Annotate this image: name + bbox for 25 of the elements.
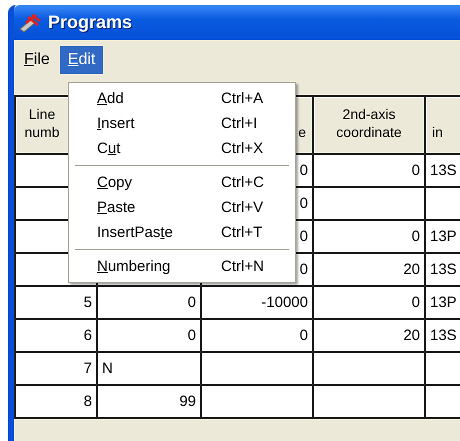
table-cell: 0 bbox=[314, 287, 426, 320]
table-cell: 0 bbox=[202, 320, 314, 353]
table-cell: 7 bbox=[16, 353, 98, 386]
table-cell: -10000 bbox=[202, 287, 314, 320]
table-cell: 6 bbox=[16, 320, 98, 353]
table-cell: 13P bbox=[426, 287, 460, 320]
menu-item[interactable]: File bbox=[16, 46, 58, 74]
menu-item[interactable]: Edit bbox=[60, 46, 104, 74]
column-header: in bbox=[426, 97, 460, 155]
window-title: Programs bbox=[48, 12, 132, 33]
table-cell: 20 bbox=[314, 254, 426, 287]
table-cell: 5 bbox=[16, 287, 98, 320]
table-cell: 0 bbox=[98, 320, 202, 353]
table-cell: 13S bbox=[426, 155, 460, 188]
column-header: 2nd-axis coordinate bbox=[314, 97, 426, 155]
table-cell: 0 bbox=[98, 287, 202, 320]
table-cell: 13S bbox=[426, 254, 460, 287]
table-cell: N bbox=[98, 353, 202, 386]
table-cell: 0 bbox=[314, 155, 426, 188]
table-cell: 13S bbox=[426, 320, 460, 353]
table-cell: 0 bbox=[314, 221, 426, 254]
table-cell: 13P bbox=[426, 221, 460, 254]
table-cell: 8 bbox=[16, 386, 98, 419]
table-cell: 99 bbox=[98, 386, 202, 419]
table-cell: 20 bbox=[314, 320, 426, 353]
